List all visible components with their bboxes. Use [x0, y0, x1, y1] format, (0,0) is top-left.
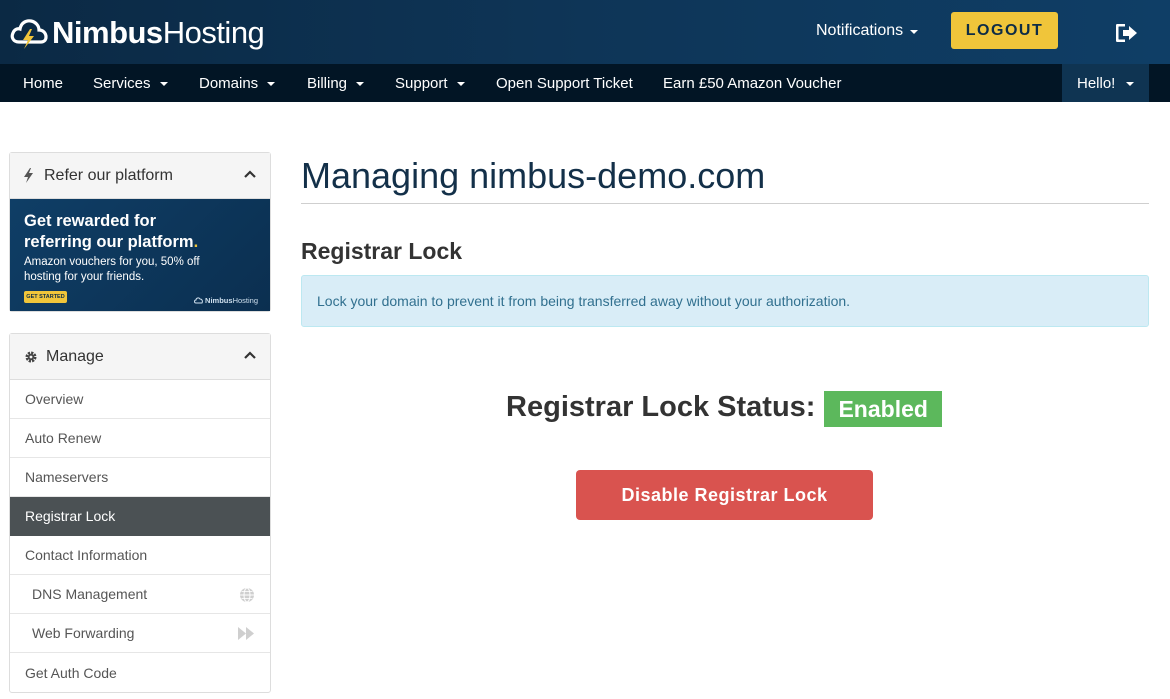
refer-panel-header[interactable]: Refer our platform — [10, 153, 270, 199]
nav-label: Billing — [307, 74, 348, 92]
get-started-button[interactable]: GET STARTED — [24, 291, 67, 303]
sidebar-item-label: Web Forwarding — [32, 625, 135, 641]
nav-label: Home — [23, 74, 64, 92]
nav-label: Earn £50 Amazon Voucher — [663, 74, 842, 92]
lock-status-row: Registrar Lock Status: Enabled — [0, 387, 1170, 427]
main-nav: Home Services Domains Billing Support Op… — [0, 64, 1170, 102]
nav-services[interactable]: Services — [93, 64, 168, 102]
nav-home[interactable]: Home — [23, 64, 63, 102]
lock-status-label: Registrar Lock Status: — [506, 390, 816, 423]
sidebar-item-nameservers[interactable]: Nameservers — [10, 458, 270, 497]
brand-wordmark: NimbusHosting — [52, 15, 265, 50]
section-title: Registrar Lock — [301, 238, 463, 264]
nav-label: Services — [93, 74, 151, 92]
manage-panel-title: Manage — [46, 347, 104, 365]
refer-panel-title: Refer our platform — [44, 166, 173, 184]
sidebar-item-get-auth-code[interactable]: Get Auth Code — [10, 653, 270, 692]
caret-down-icon — [356, 82, 365, 86]
sign-out-icon[interactable] — [1116, 24, 1138, 42]
page-title: Managing nimbus-demo.com — [301, 155, 766, 196]
cloud-icon — [194, 297, 203, 304]
nav-domains[interactable]: Domains — [199, 64, 276, 102]
cloud-lightning-icon — [10, 19, 48, 49]
nav-support[interactable]: Support — [395, 64, 465, 102]
nav-earn-voucher[interactable]: Earn £50 Amazon Voucher — [663, 64, 841, 102]
refer-panel: Refer our platform Get rewarded for refe… — [9, 152, 271, 312]
sidebar-item-label: Get Auth Code — [25, 664, 117, 681]
nav-label: Domains — [199, 74, 259, 92]
bolt-icon — [24, 168, 33, 183]
gear-icon — [25, 351, 37, 362]
caret-down-icon — [267, 82, 276, 86]
logout-button[interactable]: LOGOUT — [951, 12, 1058, 49]
sidebar-item-label: Registrar Lock — [25, 508, 116, 524]
promo-brand-logo: Nimbus Hosting — [194, 296, 258, 305]
sidebar-item-label: DNS Management — [32, 586, 148, 602]
manage-panel-header[interactable]: Manage — [10, 334, 270, 380]
fast-forward-icon — [238, 627, 254, 640]
nav-label: Support — [395, 74, 448, 92]
sidebar-item-web-forwarding[interactable]: Web Forwarding — [10, 614, 270, 653]
info-alert-text: Lock your domain to prevent it from bein… — [317, 293, 851, 309]
sidebar-item-label: Nameservers — [25, 469, 109, 485]
top-header: NimbusHosting Notifications LOGOUT — [0, 0, 1170, 64]
caret-down-icon — [456, 82, 465, 86]
status-badge: Enabled — [824, 391, 942, 427]
brand-logo[interactable]: NimbusHosting — [10, 13, 265, 53]
sidebar-item-contact-information[interactable]: Contact Information — [10, 536, 270, 575]
nav-open-ticket[interactable]: Open Support Ticket — [496, 64, 633, 102]
user-menu[interactable]: Hello! — [1062, 64, 1149, 102]
sidebar-item-registrar-lock[interactable]: Registrar Lock — [10, 497, 270, 536]
caret-down-icon — [159, 82, 168, 86]
promo-subtext-1: Amazon vouchers for you, 50% off — [24, 256, 200, 268]
caret-down-icon — [1126, 82, 1135, 86]
promo-subtext-2: hosting for your friends. — [24, 271, 145, 283]
globe-icon — [240, 587, 254, 603]
promo-headline-2: referring our platform. — [24, 233, 199, 251]
promo-headline-1: Get rewarded for — [24, 212, 157, 230]
sidebar-item-label: Contact Information — [25, 547, 148, 563]
chevron-up-icon[interactable] — [244, 351, 256, 359]
nav-label: Open Support Ticket — [496, 74, 633, 92]
info-alert: Lock your domain to prevent it from bein… — [301, 275, 1149, 327]
caret-down-icon — [910, 30, 919, 34]
title-divider — [301, 203, 1149, 204]
disable-registrar-lock-button[interactable]: Disable Registrar Lock — [576, 470, 873, 520]
referral-banner[interactable]: Get rewarded for referring our platform.… — [10, 199, 270, 311]
notifications-label: Notifications — [816, 22, 904, 39]
sidebar-item-dns-management[interactable]: DNS Management — [10, 575, 270, 614]
sidebar-item-label: Auto Renew — [25, 430, 102, 446]
notifications-dropdown[interactable]: Notifications — [816, 22, 919, 40]
nav-billing[interactable]: Billing — [307, 64, 365, 102]
chevron-up-icon[interactable] — [244, 170, 256, 178]
user-greeting: Hello! — [1077, 74, 1116, 92]
